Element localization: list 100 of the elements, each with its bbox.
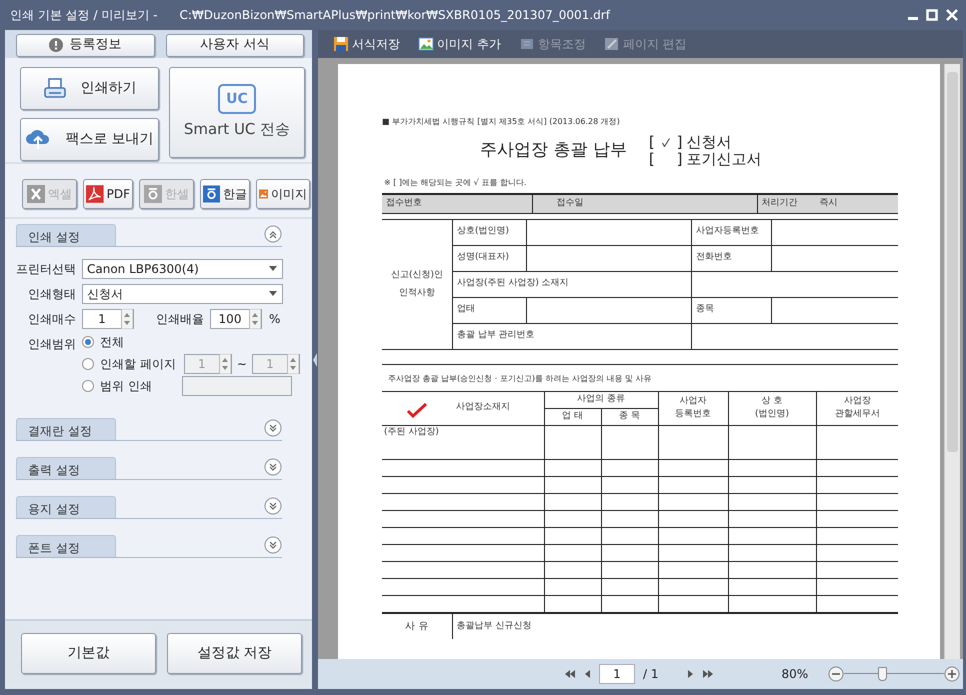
fax-button[interactable]: 팩스로 보내기 <box>20 118 159 160</box>
smart-uc-button[interactable]: UC Smart UC 전송 <box>169 67 305 158</box>
last-page-icon[interactable] <box>702 669 714 679</box>
expand-icon[interactable] <box>264 536 282 554</box>
first-page-icon[interactable] <box>564 669 576 679</box>
add-image-button[interactable]: 이미지 추가 <box>418 35 501 53</box>
spinner-arrows-icon <box>121 308 133 328</box>
zoom-in-icon[interactable] <box>944 666 960 682</box>
column-header: 업 태 <box>562 410 583 421</box>
slider-thumb[interactable] <box>878 667 888 681</box>
scrollbar[interactable] <box>944 64 960 659</box>
printer-dropdown[interactable]: Canon LBP6300(4) <box>82 258 283 278</box>
option-label: 인쇄할 페이지 <box>100 356 176 373</box>
spreadsheet-icon <box>27 185 45 203</box>
print-button[interactable]: 인쇄하기 <box>20 67 159 110</box>
option-label: 신청서 <box>686 134 732 151</box>
field-label: 인쇄배율 <box>156 310 204 328</box>
page-number-field[interactable]: 1 <box>599 664 635 684</box>
radio-button[interactable] <box>82 380 94 392</box>
copies-spinner[interactable]: 1 <box>82 308 134 328</box>
column-header: 사업의 종류 <box>577 394 625 404</box>
table-cell: (주된 사업장) <box>384 426 439 436</box>
previous-page-icon[interactable] <box>584 669 591 679</box>
pdf-button[interactable]: PDF <box>83 179 133 209</box>
default-button[interactable]: 기본값 <box>21 633 156 674</box>
check-mark-icon <box>406 402 428 418</box>
pencil-icon <box>604 36 620 52</box>
window-title: 인쇄 기본 설정 / 미리보기 - <box>10 7 158 24</box>
spinner-arrows-icon <box>249 308 261 328</box>
file-path: C:₩DuzonBizon₩SmartAPlus₩print₩kor₩SXBR0105_201307_0001.drf <box>179 7 612 24</box>
radio-button[interactable] <box>82 358 94 370</box>
zoom-slider[interactable] <box>844 666 944 682</box>
table-cell: 성명(대표자) <box>457 252 510 262</box>
instruction-text: ※ [ ]에는 해당되는 곳에 √ 표를 합니다. <box>384 177 528 189</box>
next-page-icon[interactable] <box>686 669 694 679</box>
range-input-field[interactable] <box>182 376 292 396</box>
table-cell: 처리기간 <box>762 198 798 208</box>
column-header: 사업장소재지 <box>456 402 510 412</box>
table-cell: 총괄 납부 관리번호 <box>457 330 535 340</box>
scale-spinner[interactable]: 100 <box>210 308 262 328</box>
image-button[interactable]: 이미지 <box>256 179 310 209</box>
field-label: 인쇄매수 <box>27 310 77 328</box>
document-icon <box>144 185 162 203</box>
field-label: 인쇄범위 <box>27 336 77 353</box>
section-tab[interactable]: 인쇄 설정 <box>16 224 116 246</box>
table-cell: 총괄납부 신규신청 <box>456 620 532 630</box>
user-form-button[interactable]: 사용자 서식 <box>166 34 304 56</box>
document-title: 주사업장 총괄 납부 <box>480 139 627 162</box>
range-separator: ~ <box>236 356 247 373</box>
table-cell: 전화번호 <box>696 252 732 262</box>
cloud-upload-icon <box>25 128 52 150</box>
expand-icon[interactable] <box>264 419 282 437</box>
expand-icon[interactable] <box>264 497 282 515</box>
section-tab[interactable]: 용지 설정 <box>16 496 116 518</box>
collapse-icon[interactable] <box>264 225 282 243</box>
button-label: Smart UC 전송 <box>184 119 290 140</box>
field-label: 프린터선택 <box>15 260 77 278</box>
grid-icon <box>518 36 535 52</box>
option-label: 전체 <box>100 334 124 351</box>
form-type-dropdown[interactable]: 신청서 <box>82 284 283 304</box>
table-cell: 종목 <box>696 304 714 314</box>
maximize-icon <box>926 9 938 21</box>
table-cell: 사업자등록번호 <box>696 226 759 236</box>
save-form-button[interactable]: 서식저장 <box>333 35 400 53</box>
column-header: 상 호 (법인명) <box>754 394 790 421</box>
document-icon <box>203 185 220 203</box>
info-button[interactable]: 등록정보 <box>16 34 154 56</box>
section-tab[interactable]: 결재란 설정 <box>16 418 116 440</box>
minimize-icon <box>908 17 918 20</box>
table-cell: 즉시 <box>820 198 838 208</box>
field-label: 인쇄형태 <box>27 286 77 302</box>
expand-icon[interactable] <box>264 458 282 476</box>
column-header: 사업자 등록번호 <box>674 394 712 421</box>
save-settings-button[interactable]: 설정값 저장 <box>167 633 302 674</box>
unit-label: % <box>269 310 280 328</box>
table-cell: 상호(법인명) <box>457 226 510 236</box>
speech-bubble-icon: UC <box>218 84 256 114</box>
table-cell: 사 유 <box>405 620 428 632</box>
spinner-arrows-icon <box>286 354 299 374</box>
section-tab[interactable]: 출력 설정 <box>16 457 116 479</box>
radio-button[interactable] <box>82 336 94 348</box>
table-cell: 접수일 <box>556 198 584 208</box>
pdf-icon <box>86 185 104 203</box>
column-header: 사업장 관할세무서 <box>834 394 881 421</box>
bracket: [ <box>648 134 655 151</box>
section-heading: 주사업장 총괄 납부(승인신청 · 포기신고)를 하려는 사업장의 내용 및 사유 <box>387 372 653 384</box>
form-note: ■ 부가가치세법 시행규칙 [별지 제35호 서식] (2013.06.28 개정) <box>382 116 621 128</box>
table-cell: 업태 <box>457 304 475 314</box>
dropdown-arrow-icon <box>269 291 277 296</box>
section-tab[interactable]: 폰트 설정 <box>16 535 116 557</box>
zoom-percent: 80% <box>782 666 808 683</box>
option-label: 포기신고서 <box>686 151 762 168</box>
bracket: ] <box>676 134 683 151</box>
bracket: ] <box>676 151 683 168</box>
option-label: 범위 인쇄 <box>100 378 152 395</box>
column-header: 종 목 <box>619 410 640 421</box>
picture-icon <box>418 36 434 52</box>
zoom-out-icon[interactable] <box>828 666 844 682</box>
hangul-button[interactable]: 한글 <box>200 179 250 209</box>
close-icon <box>946 9 958 21</box>
